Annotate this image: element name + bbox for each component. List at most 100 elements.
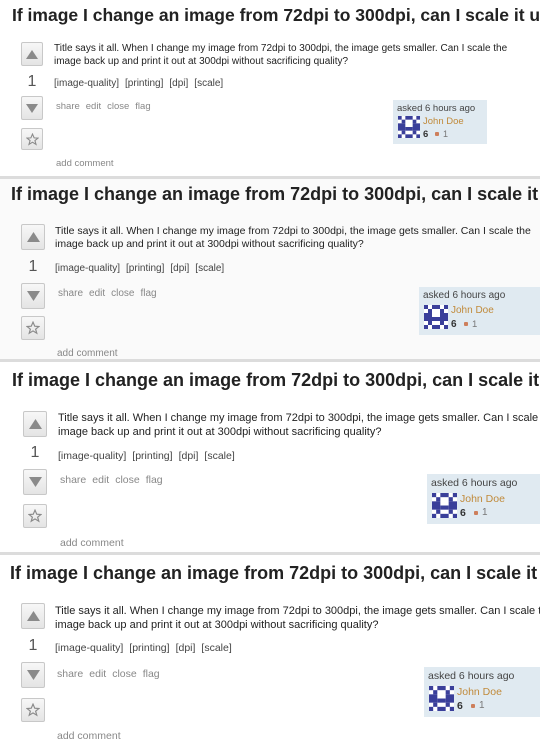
question-title[interactable]: If image I change an image from 72dpi to… (12, 370, 540, 391)
bronze-badge-icon (464, 322, 468, 326)
tag-printing[interactable]: [printing] (132, 450, 172, 462)
downvote-button[interactable] (21, 283, 45, 309)
star-icon (26, 321, 40, 335)
close-link[interactable]: close (107, 101, 129, 112)
question-body: Title says it all. When I change my imag… (58, 411, 540, 439)
tag-printing[interactable]: [printing] (129, 642, 169, 654)
question-body-line: image back up and print it out at 300dpi… (55, 238, 364, 250)
tag-image-quality[interactable]: [image-quality] (55, 642, 123, 654)
tag-printing[interactable]: [printing] (126, 263, 164, 274)
owner-card: asked 6 hours ago John Doe 6 1 (427, 474, 540, 524)
downvote-button[interactable] (21, 96, 43, 120)
tag-dpi[interactable]: [dpi] (169, 78, 188, 89)
edit-link[interactable]: edit (92, 474, 109, 486)
flag-link[interactable]: flag (143, 668, 160, 680)
reputation-score: 6 (423, 129, 429, 140)
reputation-score: 6 (460, 507, 466, 519)
post-menu: share edit close flag (58, 288, 163, 299)
upvote-button[interactable] (23, 411, 47, 437)
downvote-icon (26, 291, 40, 301)
question-body-line: Title says it all. When I change my imag… (54, 43, 508, 54)
upvote-button[interactable] (21, 224, 45, 250)
share-link[interactable]: share (57, 668, 83, 680)
user-name-link[interactable]: John Doe (423, 116, 464, 127)
upvote-button[interactable] (21, 603, 45, 629)
add-comment-link[interactable]: add comment (57, 348, 118, 359)
user-name-link[interactable]: John Doe (457, 686, 502, 698)
add-comment-link[interactable]: add comment (56, 158, 114, 169)
edit-link[interactable]: edit (89, 668, 106, 680)
add-comment-link[interactable]: add comment (57, 730, 121, 742)
user-name-link[interactable]: John Doe (460, 493, 505, 505)
star-icon (26, 703, 40, 717)
tag-image-quality[interactable]: [image-quality] (54, 78, 119, 89)
flag-link[interactable]: flag (146, 474, 163, 486)
question-title[interactable]: If image I change an image from 72dpi to… (12, 5, 540, 26)
share-link[interactable]: share (56, 101, 80, 112)
share-link[interactable]: share (58, 288, 83, 299)
tag-scale[interactable]: [scale] (195, 263, 224, 274)
upvote-icon (26, 611, 40, 621)
avatar[interactable] (432, 493, 457, 518)
tag-dpi[interactable]: [dpi] (179, 450, 199, 462)
star-icon (25, 132, 39, 146)
tag-printing[interactable]: [printing] (125, 78, 163, 89)
edit-link[interactable]: edit (86, 101, 101, 112)
question-body: Title says it all. When I change my imag… (55, 604, 540, 632)
upvote-icon (26, 232, 40, 242)
favorite-button[interactable] (21, 128, 43, 150)
question-render-4: If image I change an image from 72dpi to… (0, 555, 540, 746)
favorite-button[interactable] (23, 504, 47, 528)
tag-scale[interactable]: [scale] (194, 78, 223, 89)
tag-dpi[interactable]: [dpi] (176, 642, 196, 654)
upvote-button[interactable] (21, 42, 43, 66)
question-title[interactable]: If image I change an image from 72dpi to… (10, 563, 540, 584)
downvote-icon (26, 670, 40, 680)
close-link[interactable]: close (115, 474, 140, 486)
question-render-2: If image I change an image from 72dpi to… (0, 179, 540, 359)
add-comment-link[interactable]: add comment (60, 537, 124, 549)
asked-time: asked 6 hours ago (431, 477, 518, 489)
question-body-line: Title says it all. When I change my imag… (58, 412, 540, 424)
post-menu: share edit close flag (57, 668, 166, 680)
avatar[interactable] (424, 305, 448, 329)
owner-card: asked 6 hours ago John Doe 6 1 (393, 100, 487, 144)
tag-list: [image-quality] [printing] [dpi] [scale] (55, 263, 230, 274)
avatar[interactable] (398, 116, 420, 138)
tag-image-quality[interactable]: [image-quality] (55, 263, 120, 274)
tag-image-quality[interactable]: [image-quality] (58, 450, 126, 462)
question-body-line: Title says it all. When I change my imag… (55, 605, 540, 617)
user-name-link[interactable]: John Doe (451, 305, 494, 316)
upvote-icon (26, 49, 38, 59)
bronze-badge-icon (435, 132, 439, 136)
tag-scale[interactable]: [scale] (204, 450, 234, 462)
downvote-button[interactable] (23, 469, 47, 495)
flag-link[interactable]: flag (141, 288, 157, 299)
asked-time: asked 6 hours ago (423, 290, 506, 301)
downvote-icon (28, 477, 42, 487)
downvote-button[interactable] (21, 662, 45, 688)
question-body-line: image back up and print it out at 300dpi… (55, 619, 379, 631)
tag-scale[interactable]: [scale] (201, 642, 231, 654)
close-link[interactable]: close (112, 668, 137, 680)
favorite-button[interactable] (21, 316, 45, 340)
tag-list: [image-quality] [printing] [dpi] [scale] (54, 78, 229, 89)
tag-dpi[interactable]: [dpi] (170, 263, 189, 274)
bronze-badge-count: 1 (482, 507, 488, 518)
question-render-1: If image I change an image from 72dpi to… (0, 0, 540, 176)
question-title[interactable]: If image I change an image from 72dpi to… (11, 184, 540, 205)
downvote-icon (26, 103, 38, 113)
reputation-score: 6 (451, 319, 457, 330)
vote-count: 1 (30, 444, 40, 461)
upvote-icon (28, 419, 42, 429)
question-body-line: Title says it all. When I change my imag… (55, 225, 531, 237)
favorite-button[interactable] (21, 698, 45, 722)
edit-link[interactable]: edit (89, 288, 105, 299)
vote-count: 1 (28, 637, 38, 654)
close-link[interactable]: close (111, 288, 134, 299)
post-menu: share edit close flag (56, 101, 157, 112)
flag-link[interactable]: flag (135, 101, 150, 112)
reputation-score: 6 (457, 700, 463, 712)
share-link[interactable]: share (60, 474, 86, 486)
avatar[interactable] (429, 686, 454, 711)
